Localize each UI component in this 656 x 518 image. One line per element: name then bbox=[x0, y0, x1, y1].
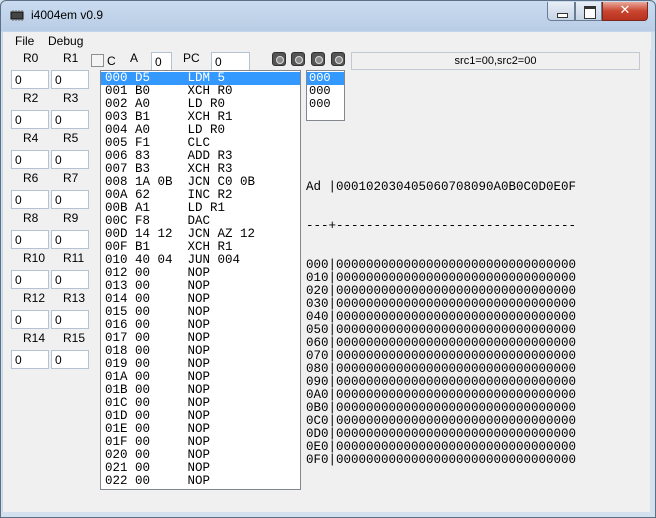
register-field[interactable]: 0 bbox=[51, 110, 89, 129]
accumulator-label: A bbox=[130, 51, 139, 65]
register-label: R9 bbox=[63, 211, 79, 225]
register-field[interactable]: 0 bbox=[51, 190, 89, 209]
register-field[interactable]: 0 bbox=[11, 190, 49, 209]
title-bar[interactable]: i4004em v0.9 ✕ bbox=[1, 1, 655, 31]
stack-listbox[interactable]: 000 000 000 bbox=[306, 70, 345, 121]
program-row[interactable]: 022 00 NOP bbox=[101, 475, 300, 488]
register-field[interactable]: 0 bbox=[51, 70, 89, 89]
led-icon bbox=[311, 52, 325, 66]
register-label: R13 bbox=[63, 291, 86, 305]
register-field[interactable]: 0 bbox=[51, 350, 89, 369]
register-label: R4 bbox=[23, 131, 39, 145]
memory-row: 0F0|00000000000000000000000000000000 bbox=[306, 453, 577, 467]
main-window: i4004em v0.9 ✕ File Debug R0 R1 0 0 R2 R3 0 0 R4… bbox=[0, 0, 656, 518]
register-label: R10 bbox=[23, 251, 46, 265]
register-label: R1 bbox=[63, 51, 79, 65]
register-label: R2 bbox=[23, 91, 39, 105]
register-label: R5 bbox=[63, 131, 79, 145]
chip-icon bbox=[10, 10, 24, 21]
register-field[interactable]: 0 bbox=[11, 270, 49, 289]
register-label: R3 bbox=[63, 91, 79, 105]
register-label: R15 bbox=[63, 331, 86, 345]
register-field[interactable]: 0 bbox=[51, 150, 89, 169]
register-field[interactable]: 0 bbox=[11, 70, 49, 89]
register-label: R12 bbox=[23, 291, 46, 305]
status-field: src1=00,src2=00 bbox=[351, 52, 640, 70]
register-label: R0 bbox=[23, 51, 39, 65]
register-field[interactable]: 0 bbox=[51, 230, 89, 249]
memory-separator: ---+-------------------------------- bbox=[306, 219, 577, 233]
register-label: R6 bbox=[23, 171, 39, 185]
accumulator-field[interactable]: 0 bbox=[151, 52, 172, 71]
register-field[interactable]: 0 bbox=[11, 310, 49, 329]
register-label: R14 bbox=[23, 331, 46, 345]
led-icon bbox=[331, 52, 345, 66]
minimize-button[interactable] bbox=[547, 2, 575, 21]
register-field[interactable]: 0 bbox=[11, 230, 49, 249]
maximize-button[interactable] bbox=[575, 2, 602, 21]
register-field[interactable]: 0 bbox=[11, 350, 49, 369]
menu-debug[interactable]: Debug bbox=[48, 34, 83, 48]
register-field[interactable]: 0 bbox=[51, 310, 89, 329]
register-label: R7 bbox=[63, 171, 79, 185]
led-icon bbox=[272, 52, 286, 66]
close-button[interactable]: ✕ bbox=[602, 2, 648, 21]
register-label: R11 bbox=[63, 251, 85, 265]
memory-dump: Ad |000102030405060708090A0B0C0D0E0F ---… bbox=[306, 155, 606, 467]
close-icon: ✕ bbox=[619, 3, 631, 18]
menu-bar: File Debug bbox=[3, 32, 651, 50]
menu-file[interactable]: File bbox=[15, 34, 34, 48]
register-field[interactable]: 0 bbox=[11, 150, 49, 169]
program-listbox[interactable]: 000 D5 LDM 5 001 B0 XCH R0 002 A0 LD R0 003… bbox=[100, 70, 301, 490]
led-icon bbox=[291, 52, 305, 66]
client-area: File Debug R0 R1 0 0 R2 R3 0 0 R4 R5 0 0 R6 R7 0 0 R8 R9 0… bbox=[2, 32, 651, 512]
carry-label: C bbox=[107, 54, 116, 68]
memory-header: Ad |000102030405060708090A0B0C0D0E0F bbox=[306, 180, 577, 194]
register-field[interactable]: 0 bbox=[11, 110, 49, 129]
window-title: i4004em v0.9 bbox=[31, 8, 104, 22]
pc-label: PC bbox=[183, 51, 200, 65]
register-field[interactable]: 0 bbox=[51, 270, 89, 289]
pc-field[interactable]: 0 bbox=[211, 52, 250, 71]
stack-row[interactable]: 000 bbox=[307, 98, 344, 111]
carry-checkbox[interactable] bbox=[91, 54, 104, 67]
register-label: R8 bbox=[23, 211, 39, 225]
